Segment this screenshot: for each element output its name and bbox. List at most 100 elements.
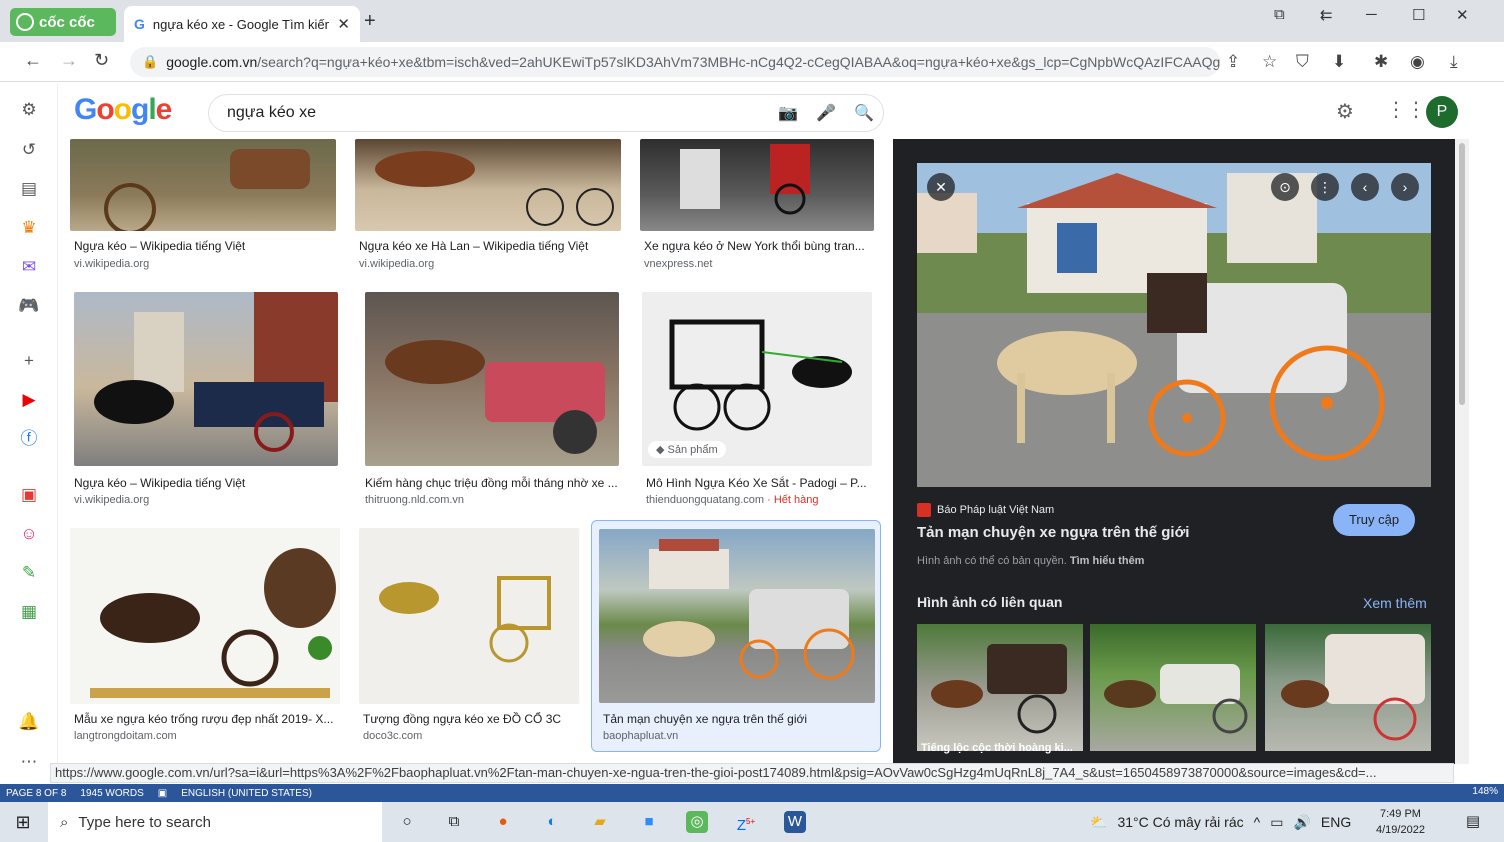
task-view-icon[interactable]: ⧉ <box>443 811 465 833</box>
file-explorer-icon[interactable]: ▰ <box>589 811 611 833</box>
account-avatar[interactable]: P <box>1426 96 1458 128</box>
image-result[interactable]: Ngựa kéo – Wikipedia tiếng Việt vi.wikip… <box>70 292 338 508</box>
google-logo[interactable]: Google <box>74 93 172 127</box>
back-history-icon[interactable]: ⇇ <box>1320 6 1333 24</box>
cortana-icon[interactable]: ○ <box>396 811 418 833</box>
search-input[interactable]: ngựa kéo xe <box>227 104 769 122</box>
scrollbar-thumb[interactable] <box>1459 143 1465 405</box>
preview-source[interactable]: Báo Pháp luật Việt Nam <box>917 503 1054 517</box>
downloads-tray-icon[interactable]: ⤓ <box>1450 52 1458 72</box>
related-image[interactable] <box>1090 624 1256 751</box>
youtube-icon[interactable]: ▶ <box>18 389 40 411</box>
facebook-icon[interactable]: ⓕ <box>18 428 40 450</box>
image-result[interactable]: Ngựa kéo xe Hà Lan – Wikipedia tiếng Việ… <box>355 139 621 274</box>
show-hidden-icons[interactable]: ^ <box>1254 814 1261 830</box>
notification-bell-icon[interactable]: 🔔 <box>18 711 40 733</box>
image-result[interactable]: Xe ngựa kéo ở New York thổi bùng tran...… <box>640 139 874 274</box>
proofing-icon[interactable]: ▣ <box>158 788 167 799</box>
coccoc-menu-button[interactable]: cốc cốc <box>10 8 116 36</box>
weather-icon[interactable]: ⛅ <box>1090 814 1107 831</box>
minimize-button[interactable]: ─ <box>1366 6 1377 23</box>
image-result[interactable]: Mẫu xe ngựa kéo trống rượu đẹp nhất 2019… <box>70 528 340 744</box>
close-window-button[interactable]: ✕ <box>1456 6 1469 24</box>
settings-icon[interactable]: ⚙ <box>18 99 40 121</box>
next-image-icon[interactable]: › <box>1391 173 1419 201</box>
taskbar-search-placeholder: Type here to search <box>78 813 211 831</box>
search-box[interactable]: ngựa kéo xe 📷 🎤 🔍 <box>208 94 884 132</box>
close-preview-icon[interactable]: ✕ <box>927 173 955 201</box>
windows-start-icon[interactable]: ⊞ <box>12 811 34 833</box>
crown-icon[interactable]: ♛ <box>18 217 40 239</box>
taskbar-clock[interactable]: 7:49 PM 4/19/2022 <box>1376 806 1425 838</box>
search-icon[interactable]: 🔍 <box>845 103 883 123</box>
preview-title[interactable]: Tản mạn chuyện xe ngựa trên thế giới <box>917 524 1189 541</box>
coccoc-taskbar-icon[interactable]: ◎ <box>686 811 708 833</box>
maximize-button[interactable]: ☐ <box>1412 6 1425 24</box>
edge-icon[interactable]: ◐ <box>541 811 563 833</box>
page-count[interactable]: PAGE 8 OF 8 <box>6 788 66 799</box>
page-scrollbar[interactable] <box>1455 139 1469 764</box>
more-icon[interactable]: ⋯ <box>18 751 40 773</box>
windows-taskbar: ⊞ ⌕ Type here to search ○ ⧉ ● ◐ ▰ ■ ◎ Z5… <box>0 802 1504 842</box>
address-bar[interactable]: 🔒 google.com.vn/search?q=ngựa+kéo+xe&tbm… <box>130 47 1220 77</box>
bookmark-star-icon[interactable]: ☆ <box>1262 52 1277 72</box>
volume-icon[interactable]: 🔊 <box>1293 814 1310 831</box>
language-indicator[interactable]: ENGLISH (UNITED STATES) <box>181 788 312 799</box>
search-tabs-icon[interactable]: ⧉ <box>1274 6 1285 23</box>
image-result[interactable]: Ngựa kéo – Wikipedia tiếng Việt vi.wikip… <box>70 139 336 274</box>
shield-icon[interactable]: ⛉ <box>1296 52 1309 72</box>
see-more-link[interactable]: Xem thêm <box>1363 595 1427 611</box>
image-result[interactable]: ◆ Sản phẩm Mô Hình Ngựa Kéo Xe Sắt - Pad… <box>642 292 874 508</box>
forward-button[interactable]: → <box>60 50 78 71</box>
zoom-app-icon[interactable]: ■ <box>638 811 660 833</box>
notification-center-icon[interactable]: ▤ <box>1462 811 1484 833</box>
messenger-icon[interactable]: ✉ <box>18 256 40 278</box>
related-image[interactable] <box>1265 624 1431 751</box>
profile-icon[interactable]: ◉ <box>1410 52 1425 72</box>
firefox-icon[interactable]: ● <box>492 811 514 833</box>
new-tab-button[interactable]: + <box>364 10 376 33</box>
previous-image-icon[interactable]: ‹ <box>1351 173 1379 201</box>
microphone-icon[interactable]: 🎤 <box>807 103 845 123</box>
lens-search-icon[interactable]: ⊙ <box>1271 173 1299 201</box>
network-icon[interactable]: ▭ <box>1270 814 1283 831</box>
zoom-level[interactable]: 148% <box>1472 786 1498 797</box>
reading-list-icon[interactable]: ▤ <box>18 178 40 200</box>
back-button[interactable]: ← <box>24 50 42 71</box>
shopee-icon[interactable]: ▣ <box>18 484 40 506</box>
game-avatar-icon[interactable]: ☺ <box>18 523 40 545</box>
visit-button[interactable]: Truy cập <box>1333 504 1415 536</box>
sheet-icon[interactable]: ▦ <box>18 601 40 623</box>
result-source: baophapluat.vn <box>603 730 679 742</box>
reload-button[interactable]: ↻ <box>94 50 109 71</box>
clock-time: 7:49 PM <box>1379 808 1421 820</box>
game-icon[interactable]: 🎮 <box>18 295 40 317</box>
history-icon[interactable]: ↺ <box>18 139 40 161</box>
close-tab-icon[interactable]: ✕ <box>337 15 350 33</box>
related-image[interactable] <box>917 624 1083 751</box>
taskbar-search[interactable]: ⌕ Type here to search <box>48 802 382 842</box>
image-result[interactable]: Tượng đồng ngựa kéo xe ĐỒ CỔ 3C doco3c.c… <box>359 528 579 744</box>
extensions-icon[interactable]: ✱ <box>1374 52 1388 72</box>
word-count[interactable]: 1945 WORDS <box>80 788 143 799</box>
download-icon[interactable]: ⬇ <box>1332 52 1346 72</box>
image-result[interactable]: Kiếm hàng chục triệu đồng mỗi tháng nhờ … <box>361 292 619 508</box>
related-images-heading: Hình ảnh có liên quan <box>917 594 1063 610</box>
preview-image[interactable]: ✕ ⊙ ⋮ ‹ › <box>917 163 1431 487</box>
word-icon[interactable]: W <box>784 811 806 833</box>
image-result-selected[interactable]: Tản mạn chuyện xe ngựa trên thế giới bao… <box>591 520 881 752</box>
add-icon[interactable]: + <box>18 350 40 372</box>
settings-gear-icon[interactable]: ⚙ <box>1336 99 1354 124</box>
zalo-icon[interactable]: Z5+ <box>735 811 757 834</box>
more-options-icon[interactable]: ⋮ <box>1311 173 1339 201</box>
result-thumbnail <box>74 292 338 466</box>
share-icon[interactable]: ⇪ <box>1226 52 1240 72</box>
camera-icon[interactable]: 📷 <box>769 103 807 123</box>
input-language[interactable]: ENG <box>1321 814 1351 830</box>
product-badge: ◆ Sản phẩm <box>648 441 726 458</box>
learn-more-link[interactable]: Tìm hiểu thêm <box>1070 555 1145 567</box>
weather-text[interactable]: 31°C Có mây rải rác <box>1117 814 1243 830</box>
map-icon[interactable]: ✎ <box>18 562 40 584</box>
result-thumbnail <box>599 529 875 703</box>
browser-tab[interactable]: G ngựa kéo xe - Google Tìm kiếm ✕ <box>124 6 360 42</box>
